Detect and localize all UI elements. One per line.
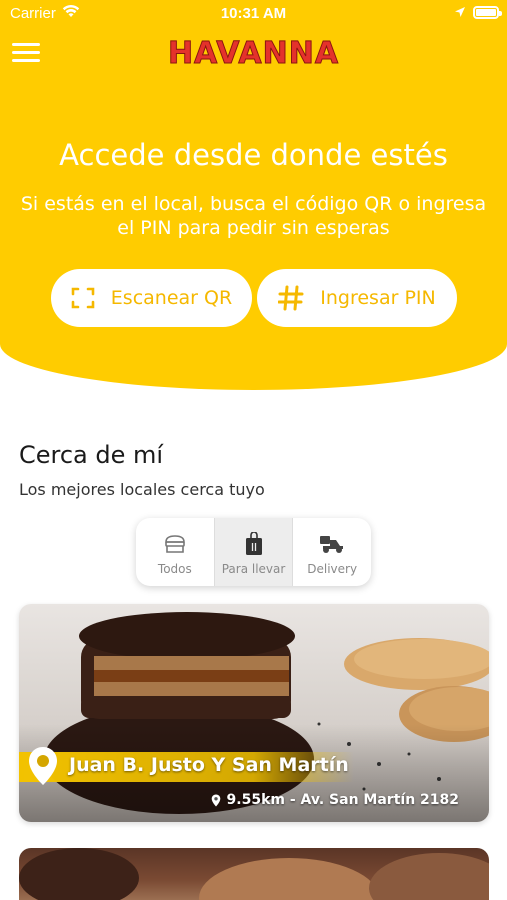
filter-label: Delivery — [307, 562, 358, 576]
hero-subtitle-line: el PIN para pedir sin esperas — [117, 217, 390, 239]
filter-label: Todos — [157, 562, 192, 576]
store-distance-address: 9.55km - Av. San Martín 2182 — [226, 792, 459, 808]
small-pin-icon — [211, 794, 220, 806]
hero-subtitle: Si estás en el local, busca el código QR… — [0, 192, 507, 240]
brand-logo: HAVANNA — [167, 36, 340, 72]
map-pin-icon — [29, 747, 57, 785]
filter-segmented-control: Todos Para llevar Delivery — [136, 518, 371, 586]
store-address: 9.55km - Av. San Martín 2182 — [211, 792, 459, 808]
scan-qr-label: Escanear QR — [110, 287, 233, 309]
battery-icon — [473, 6, 502, 19]
scan-qr-button[interactable]: Escanear QR — [51, 269, 252, 327]
hash-icon — [278, 285, 304, 311]
card-shade — [19, 604, 489, 822]
filter-para-llevar[interactable]: Para llevar — [214, 518, 294, 586]
section-subtitle: Los mejores locales cerca tuyo — [19, 480, 265, 499]
store-card[interactable] — [19, 848, 489, 900]
store-photo — [19, 848, 489, 900]
qr-scan-icon — [71, 286, 95, 310]
hero-subtitle-line: Si estás en el local, busca el código QR… — [20, 193, 487, 215]
section-title: Cerca de mí — [19, 441, 164, 469]
clock-label: 10:31 AM — [220, 5, 287, 22]
filter-delivery[interactable]: Delivery — [293, 518, 371, 586]
enter-pin-label: Ingresar PIN — [320, 287, 436, 309]
store-card[interactable]: Juan B. Justo Y San Martín 9.55km - Av. … — [19, 604, 489, 822]
location-arrow-icon — [455, 7, 465, 17]
store-icon — [164, 532, 186, 556]
filter-todos[interactable]: Todos — [136, 518, 215, 586]
enter-pin-button[interactable]: Ingresar PIN — [257, 269, 457, 327]
takeaway-bag-icon — [245, 532, 263, 556]
filter-label: Para llevar — [221, 562, 286, 576]
hero-title: Accede desde donde estés — [59, 138, 448, 172]
delivery-scooter-icon — [319, 532, 345, 556]
store-name: Juan B. Justo Y San Martín — [69, 754, 349, 776]
status-bar: Carrier 10:31 AM — [0, 0, 507, 30]
